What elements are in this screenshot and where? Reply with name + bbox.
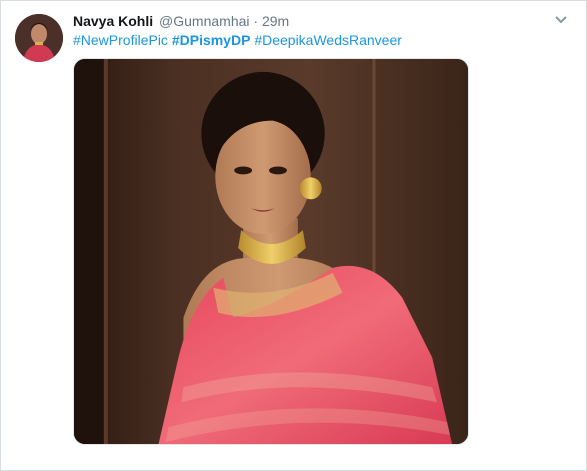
avatar[interactable] [15, 14, 63, 62]
author-name[interactable]: Navya Kohli [73, 13, 153, 29]
tweet-timestamp[interactable]: 29m [262, 13, 289, 29]
hashtag-link[interactable]: #DeepikaWedsRanveer [254, 32, 402, 48]
chevron-down-icon[interactable] [554, 15, 568, 25]
tweet-text: #NewProfilePic #DPismyDP #DeepikaWedsRan… [73, 31, 402, 49]
hashtag-link[interactable]: #DPismyDP [172, 32, 251, 48]
tweet-photo[interactable] [73, 58, 469, 445]
author-handle[interactable]: @Gumnamhai [159, 13, 249, 29]
separator-dot: · [253, 13, 259, 29]
tweet-card: Navya Kohli @Gumnamhai · 29m #NewProfile… [0, 0, 587, 471]
tweet-header: Navya Kohli @Gumnamhai · 29m [73, 12, 289, 30]
hashtag-link[interactable]: #NewProfilePic [73, 32, 168, 48]
